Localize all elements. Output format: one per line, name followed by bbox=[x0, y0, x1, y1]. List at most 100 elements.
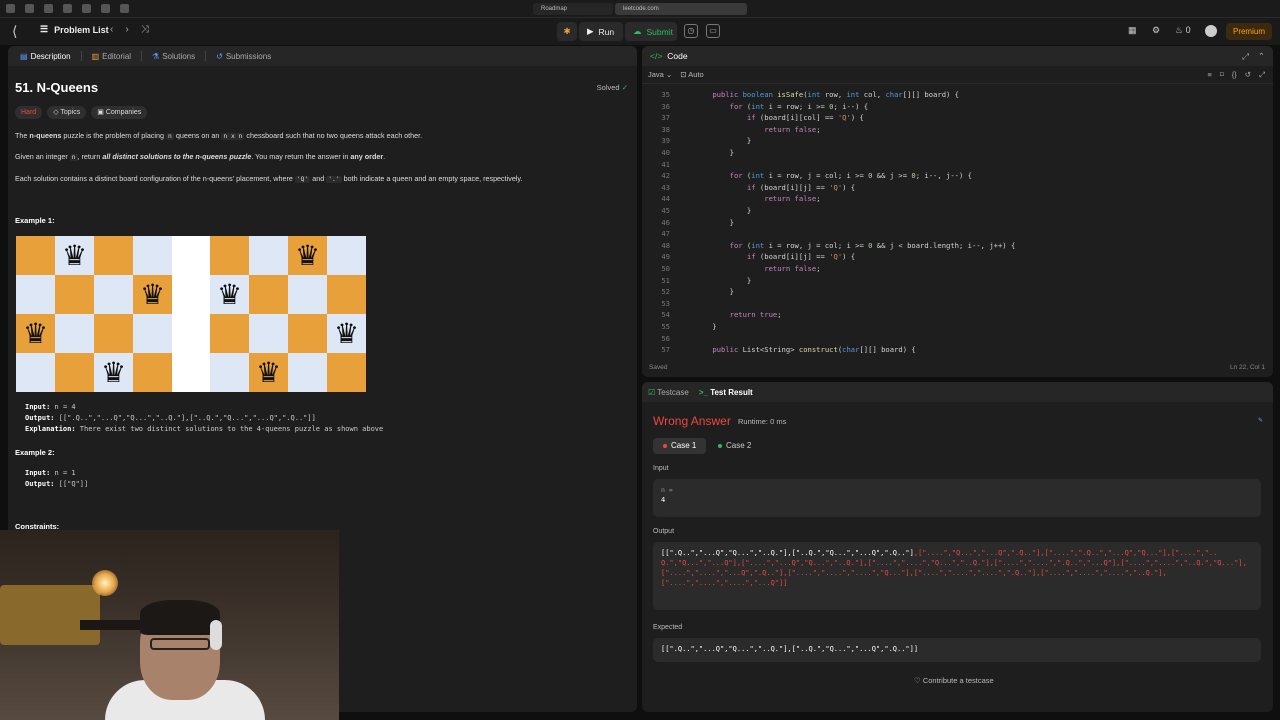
text: . You may return the answer in bbox=[251, 152, 351, 161]
format-icon[interactable]: ≡ bbox=[1207, 70, 1211, 80]
tab-description[interactable]: ▤ Description bbox=[14, 46, 77, 66]
input-box: n = 4 bbox=[653, 479, 1261, 517]
browser-tab-roadmap[interactable]: Roadmap bbox=[533, 3, 613, 15]
streak-badge[interactable]: ♨ 0 bbox=[1175, 25, 1191, 36]
problem-title[interactable]: 51. N-Queens bbox=[15, 80, 98, 95]
case-1-tab[interactable]: Case 1 bbox=[653, 438, 707, 454]
tab-submissions[interactable]: ↺ Submissions bbox=[210, 46, 277, 66]
text: and bbox=[310, 174, 327, 183]
tab-test-result[interactable]: >_ Test Result bbox=[699, 388, 753, 397]
tab-solutions[interactable]: ⚗ Solutions bbox=[146, 46, 201, 66]
companies-chip[interactable]: ▣ Companies bbox=[91, 106, 148, 119]
inline-code: 'Q' bbox=[294, 176, 311, 183]
runtime-text: Runtime: 0 ms bbox=[738, 417, 787, 426]
auto-mode[interactable]: ⊡ Auto bbox=[680, 70, 703, 79]
notes-icon[interactable]: ▭ bbox=[706, 24, 720, 38]
companies-label: Companies bbox=[105, 109, 142, 116]
code-editor-panel: </> Code ⤢ ⌃ Java ⌄ ⊡ Auto ≡ ⌑ {} ↺ ⤢ 35… bbox=[642, 46, 1273, 377]
tab-testcase-label: Testcase bbox=[657, 387, 689, 397]
collapse-icon[interactable]: ⌃ bbox=[1258, 51, 1265, 62]
layout-icon[interactable]: ▦ bbox=[1128, 25, 1137, 36]
expand-icon[interactable]: ⤢ bbox=[1242, 51, 1249, 62]
auto-label: Auto bbox=[688, 70, 704, 79]
braces-icon[interactable]: {} bbox=[1232, 70, 1237, 80]
prev-problem-icon[interactable]: ‹ bbox=[110, 24, 113, 35]
board-square bbox=[133, 236, 172, 275]
output-label: Output: bbox=[25, 480, 55, 488]
line-number: 41 bbox=[661, 159, 670, 169]
text: chessboard such that no two queens attac… bbox=[244, 131, 423, 140]
explanation-value: There exist two distinct solutions to th… bbox=[75, 425, 384, 433]
webcam-overlay bbox=[0, 530, 339, 720]
line-number: 54 bbox=[661, 310, 670, 320]
webcam-couch bbox=[0, 585, 100, 645]
fullscreen-icon[interactable]: ⤢ bbox=[1259, 70, 1265, 80]
tab-solutions-label: Solutions bbox=[162, 51, 196, 61]
queen-icon: ♛ bbox=[327, 314, 366, 353]
output-box: [[".Q..","...Q","Q...","..Q."],["..Q.","… bbox=[653, 542, 1261, 610]
code-line: if (board[i][j] == 'Q') { bbox=[746, 252, 856, 262]
text: Each solution contains a distinct board … bbox=[15, 174, 295, 183]
code-line: } bbox=[695, 322, 717, 331]
tab-editorial[interactable]: ▥ Editorial bbox=[86, 46, 137, 66]
test-result-panel: ☑ Testcase >_ Test Result Wrong Answer R… bbox=[642, 382, 1273, 712]
line-number: 49 bbox=[661, 252, 670, 262]
text: Given an integer bbox=[15, 152, 70, 161]
board-square bbox=[249, 275, 288, 314]
chessboard-solution-2: ♛ ♛ ♛ ♛ bbox=[210, 236, 366, 392]
streak-count: 0 bbox=[1185, 25, 1191, 35]
bookmark-icon[interactable]: ⌑ bbox=[1220, 70, 1224, 80]
line-number: 44 bbox=[661, 194, 670, 204]
tab-testcase[interactable]: ☑ Testcase bbox=[648, 388, 689, 397]
board-square bbox=[133, 353, 172, 392]
timer-icon[interactable]: ◷ bbox=[684, 24, 698, 38]
code-area[interactable]: 35 public boolean isSafe(int row, int co… bbox=[642, 84, 1273, 362]
explanation-label: Explanation: bbox=[25, 425, 76, 433]
pass-dot-icon bbox=[718, 443, 722, 448]
shuffle-icon[interactable]: ⤨ bbox=[141, 24, 149, 35]
code-line: for (int i = row, j = col; i >= 0 && j >… bbox=[729, 171, 972, 181]
browser-toolbar-icons[interactable] bbox=[6, 4, 129, 13]
line-number: 56 bbox=[661, 333, 670, 343]
leetcode-logo-icon[interactable]: ⟨ bbox=[12, 23, 26, 39]
browser-tab-leetcode[interactable]: leetcode.com bbox=[615, 3, 747, 15]
text: puzzle is the problem of placing bbox=[61, 131, 167, 140]
bug-icon: ✱ bbox=[563, 26, 571, 36]
code-line: } bbox=[695, 136, 752, 146]
premium-button[interactable]: Premium bbox=[1226, 23, 1272, 40]
problem-list-button[interactable]: ☰ Problem List bbox=[40, 24, 109, 35]
next-problem-icon[interactable]: › bbox=[125, 24, 128, 35]
code-line: } bbox=[695, 217, 734, 227]
contribute-testcase-button[interactable]: ♡ Contribute a testcase bbox=[914, 676, 994, 685]
description-paragraph-2: Given an integer n, return all distinct … bbox=[15, 152, 625, 163]
text: both indicate a queen and an empty space… bbox=[341, 174, 523, 183]
browser-chrome: Roadmap leetcode.com bbox=[0, 0, 1280, 18]
case-2-tab[interactable]: Case 2 bbox=[708, 438, 761, 454]
inline-code: n x n bbox=[221, 133, 245, 140]
edit-link-icon[interactable]: ✎ bbox=[1258, 417, 1263, 424]
board-square bbox=[288, 275, 327, 314]
queen-icon: ♛ bbox=[94, 353, 133, 392]
output-value: [["Q"]] bbox=[54, 480, 89, 488]
run-button[interactable]: ▶ Run bbox=[579, 22, 623, 41]
board-square bbox=[288, 353, 327, 392]
line-number: 48 bbox=[661, 240, 670, 250]
output-value: [[".Q..","...Q","Q...","..Q."],["..Q.","… bbox=[54, 414, 316, 422]
reset-icon[interactable]: ↺ bbox=[1245, 70, 1251, 80]
inline-code: '.' bbox=[326, 176, 342, 183]
board-square bbox=[16, 275, 55, 314]
gear-icon[interactable]: ⚙ bbox=[1152, 25, 1160, 36]
submit-button[interactable]: ☁ Submit bbox=[625, 22, 677, 41]
output-matching: [[".Q..","...Q","Q...","..Q."],["..Q.","… bbox=[661, 549, 914, 557]
text: The bbox=[15, 131, 30, 140]
case-2-label: Case 2 bbox=[726, 441, 752, 450]
tab-divider bbox=[141, 51, 143, 61]
board-square bbox=[55, 314, 94, 353]
language-select[interactable]: Java ⌄ bbox=[648, 70, 672, 79]
debug-button[interactable]: ✱ bbox=[557, 22, 577, 41]
text: n-queens bbox=[29, 131, 62, 140]
text: , return bbox=[77, 152, 103, 161]
inline-code: n bbox=[166, 133, 174, 140]
topics-chip[interactable]: ◇ Topics bbox=[47, 106, 87, 119]
avatar[interactable] bbox=[1205, 25, 1217, 37]
